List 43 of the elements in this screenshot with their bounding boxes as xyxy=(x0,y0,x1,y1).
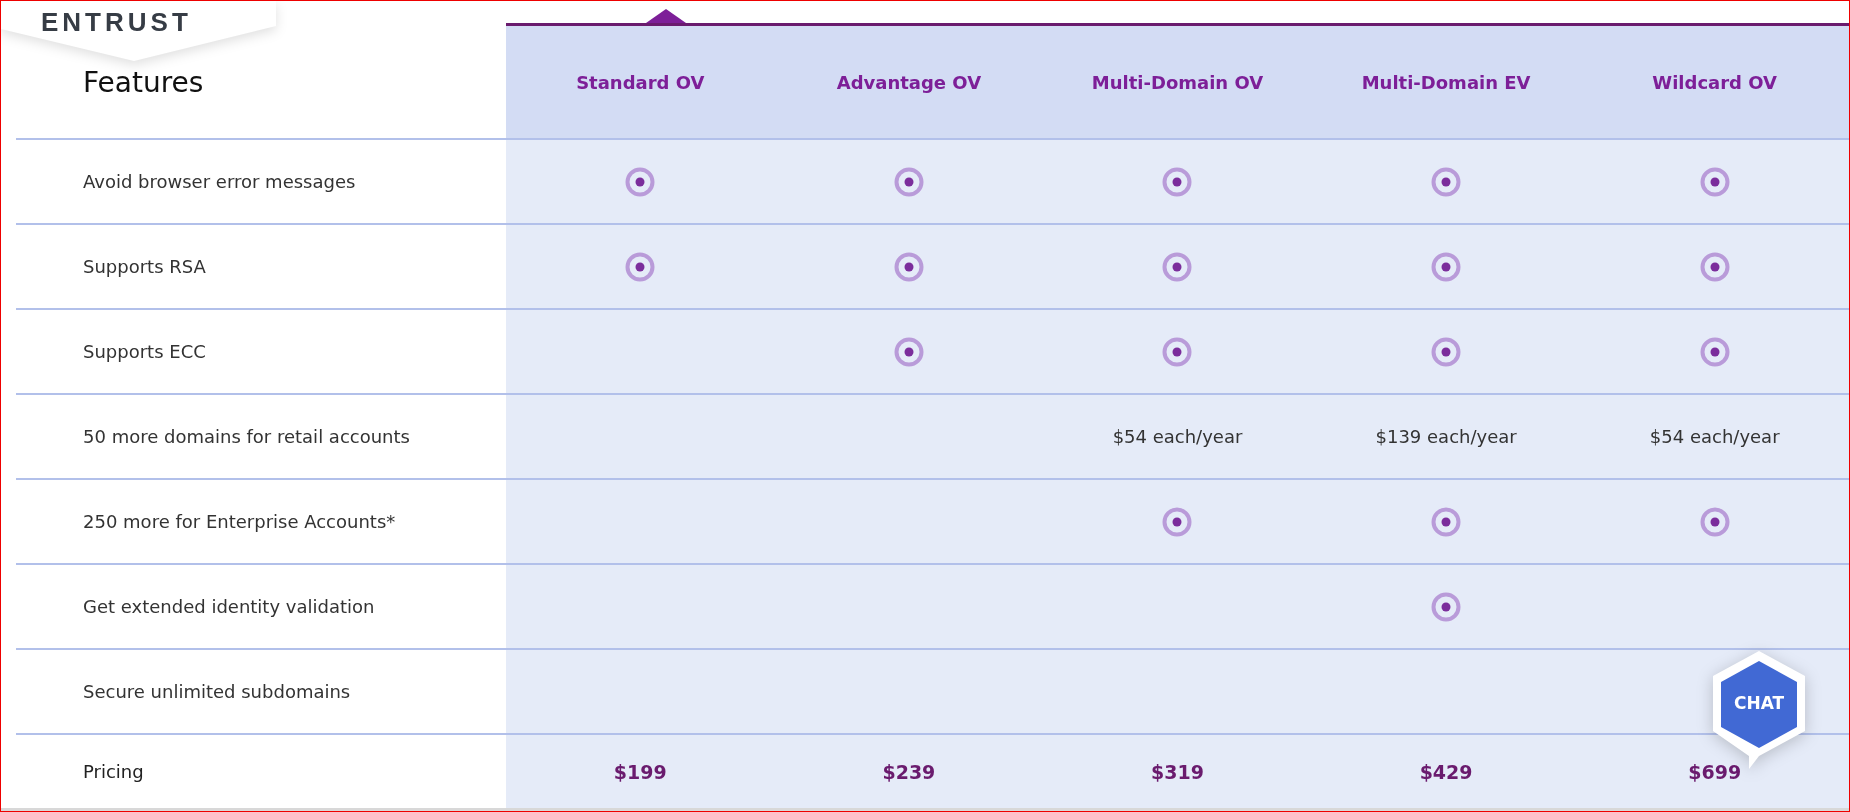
price-per-year: $54 each/year xyxy=(1112,426,1243,447)
feature-label: Get extended identity validation xyxy=(83,596,375,617)
column-title: Multi-Domain EV xyxy=(1361,71,1531,93)
ring-dot-icon xyxy=(1162,251,1193,282)
price: $199 xyxy=(613,760,667,783)
price: $699 xyxy=(1688,760,1742,783)
ring-dot-icon xyxy=(1699,166,1730,197)
column-title: Standard OV xyxy=(576,71,705,93)
ring-dot-icon xyxy=(1431,506,1462,537)
price-per-year: $139 each/year xyxy=(1375,426,1517,447)
price: $239 xyxy=(882,760,936,783)
feature-label: Avoid browser error messages xyxy=(83,171,356,192)
column-title: Wildcard OV xyxy=(1652,71,1778,93)
feature-label: 50 more domains for retail accounts xyxy=(83,426,410,447)
feature-label: 250 more for Enterprise Accounts* xyxy=(83,511,396,532)
pointer-icon xyxy=(646,9,686,23)
ring-dot-icon xyxy=(1162,166,1193,197)
ring-dot-icon xyxy=(1699,336,1730,367)
column-title: Multi-Domain OV xyxy=(1091,71,1264,93)
features-heading: Features xyxy=(83,65,204,99)
price-per-year: $54 each/year xyxy=(1649,426,1780,447)
ring-dot-icon xyxy=(893,336,924,367)
chat-label[interactable]: CHAT xyxy=(1709,693,1809,713)
ring-dot-icon xyxy=(1431,166,1462,197)
ring-dot-icon xyxy=(1162,506,1193,537)
feature-label: Supports ECC xyxy=(83,341,206,362)
column-title: Advantage OV xyxy=(836,71,982,93)
ring-dot-icon xyxy=(1431,591,1462,622)
ring-dot-icon xyxy=(1431,251,1462,282)
ring-dot-icon xyxy=(1162,336,1193,367)
pricing-label: Pricing xyxy=(83,761,144,782)
ring-dot-icon xyxy=(625,251,656,282)
ring-dot-icon xyxy=(1699,251,1730,282)
ring-dot-icon xyxy=(1699,506,1730,537)
ring-dot-icon xyxy=(893,251,924,282)
ring-dot-icon xyxy=(1431,336,1462,367)
price: $319 xyxy=(1151,760,1204,783)
logo[interactable]: ENTRUST xyxy=(41,7,192,38)
price: $429 xyxy=(1419,760,1473,783)
feature-label: Supports RSA xyxy=(83,256,206,277)
ring-dot-icon xyxy=(893,166,924,197)
feature-label: Secure unlimited subdomains xyxy=(83,681,351,702)
ring-dot-icon xyxy=(625,166,656,197)
